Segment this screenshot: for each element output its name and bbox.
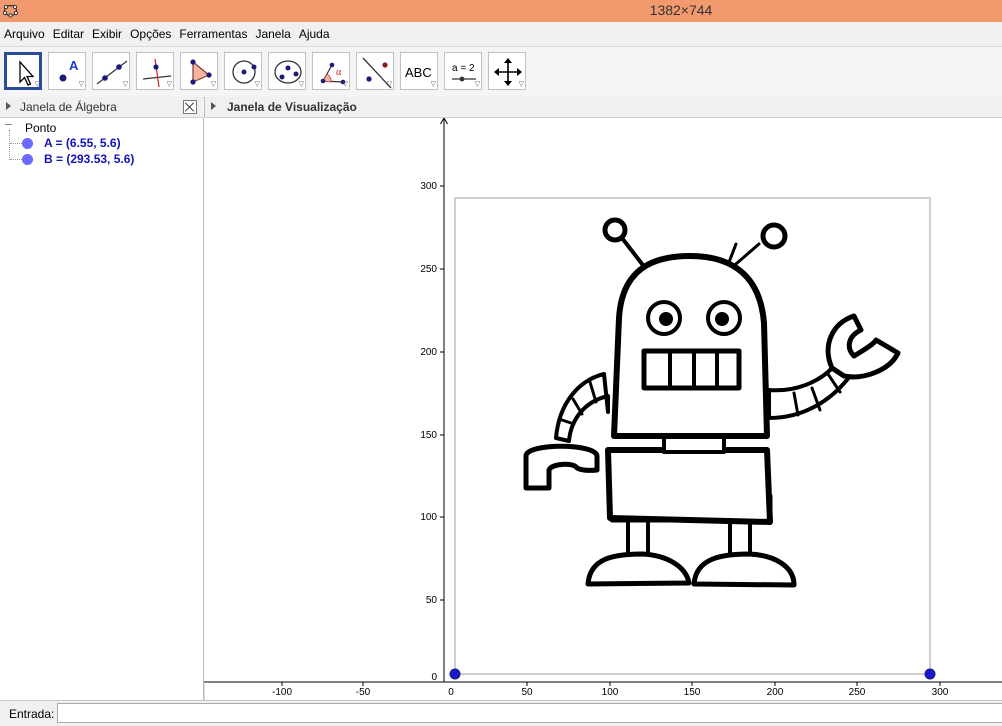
tool-reflect[interactable]: ▽ (356, 52, 394, 90)
tool-polygon[interactable]: ▽ (180, 52, 218, 90)
tool-angle[interactable]: α ▽ (312, 52, 350, 90)
x-tick-label: 50 (521, 687, 533, 698)
algebra-panel-title: Janela de Álgebra (20, 100, 117, 114)
algebra-panel-header[interactable]: Janela de Álgebra (0, 97, 203, 118)
y-tick-label: 200 (420, 347, 437, 358)
expand-arrow-icon[interactable] (6, 102, 11, 110)
x-tick-label: 150 (684, 687, 701, 698)
y-tick-label: 150 (420, 430, 437, 441)
x-tick-label: 300 (932, 687, 949, 698)
menu-ajuda[interactable]: Ajuda (295, 22, 334, 41)
tool-line[interactable]: ▽ (92, 52, 130, 90)
x-tick-label: 200 (767, 687, 784, 698)
x-tick-label: 100 (602, 687, 619, 698)
menu-ferramentas[interactable]: Ferramentas (175, 22, 251, 41)
menu-bar: Arquivo Editar Exibir Opções Ferramentas Jane… (0, 22, 1002, 47)
input-field[interactable] (57, 703, 1002, 723)
tool-move-graphics[interactable]: ▽ (488, 52, 526, 90)
y-axis-ticks (440, 185, 444, 601)
point-visibility-icon[interactable] (22, 138, 33, 149)
menu-editar[interactable]: Editar (49, 22, 88, 41)
graphics-view[interactable]: -100 -50 0 50 100 150 200 250 300 300 25… (204, 118, 1002, 700)
window-title: 1382×744 (649, 2, 713, 18)
graphics-panel-header[interactable]: Janela de Visualização (204, 97, 1002, 118)
graphics-panel-title: Janela de Visualização (227, 100, 357, 114)
input-label: Entrada: (9, 707, 55, 721)
svg-text:α: α (336, 67, 342, 78)
tool-perpendicular[interactable]: ▽ (136, 52, 174, 90)
toolbar: ▽ A ▽ ▽ ▽ ▽ ▽ ▽ α ▽ ▽ ABC ▽ a = 2 ▽ ▽ (0, 47, 1002, 98)
point-visibility-icon[interactable] (22, 154, 33, 165)
graphics-canvas[interactable]: -100 -50 0 50 100 150 200 250 300 300 25… (204, 118, 1002, 700)
title-bar: 1382×744 (0, 0, 1002, 22)
menu-exibir[interactable]: Exibir (88, 22, 126, 41)
tool-new-point[interactable]: A ▽ (48, 52, 86, 90)
svg-text:ABC: ABC (405, 65, 432, 80)
y-tick-label: 100 (420, 512, 437, 523)
y-tick-label: 0 (431, 672, 437, 683)
y-tick-label: 250 (420, 264, 437, 275)
menu-janela[interactable]: Janela (251, 22, 294, 41)
x-tick-label: 250 (849, 687, 866, 698)
tool-text[interactable]: ABC ▽ (400, 52, 438, 90)
tool-circle-center[interactable]: ▽ (224, 52, 262, 90)
input-bar: Entrada: (0, 700, 1002, 726)
algebra-panel: Ponto A = (6.55, 5.6) B = (293.53, 5.6) (0, 118, 204, 700)
point-a[interactable] (449, 668, 461, 680)
tool-move[interactable]: ▽ (4, 52, 42, 90)
point-b[interactable] (924, 668, 936, 680)
close-icon[interactable] (183, 100, 197, 114)
collapse-icon[interactable] (5, 124, 12, 125)
y-tick-label: 300 (420, 181, 437, 192)
menu-opcoes[interactable]: Opções (126, 22, 175, 41)
x-tick-label: 0 (448, 687, 454, 698)
x-axis-ticks (281, 682, 941, 686)
tool-circle-three-points[interactable]: ▽ (268, 52, 306, 90)
point-b-definition[interactable]: B = (293.53, 5.6) (44, 152, 134, 166)
svg-text:A: A (69, 58, 79, 73)
tool-slider[interactable]: a = 2 ▽ (444, 52, 482, 90)
menu-arquivo[interactable]: Arquivo (0, 22, 49, 41)
expand-arrow-icon[interactable] (211, 102, 216, 110)
svg-text:a = 2: a = 2 (452, 63, 475, 74)
x-tick-label: -50 (356, 687, 371, 698)
tree-group-ponto[interactable]: Ponto (25, 121, 56, 135)
x-tick-label: -100 (272, 687, 292, 698)
y-tick-label: 50 (426, 595, 438, 606)
point-a-definition[interactable]: A = (6.55, 5.6) (44, 136, 121, 150)
